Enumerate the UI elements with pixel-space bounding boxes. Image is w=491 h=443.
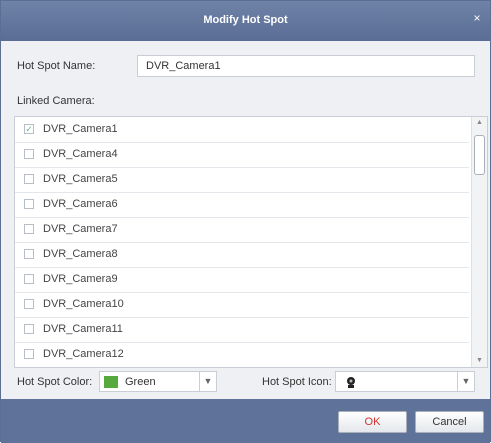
camera-checkbox[interactable]	[24, 299, 34, 309]
camera-checkbox[interactable]	[24, 199, 34, 209]
title-bar: Modify Hot Spot ×	[1, 1, 490, 41]
linked-camera-list[interactable]: ✓ DVR_Camera1 DVR_Camera4 DVR_Camera5 DVR_Ca…	[14, 116, 488, 368]
cancel-button[interactable]: Cancel	[415, 411, 484, 433]
list-item[interactable]: DVR_Camera5	[15, 167, 469, 193]
list-item[interactable]: DVR_Camera11	[15, 317, 469, 343]
scroll-thumb[interactable]	[474, 135, 485, 175]
camera-checkbox[interactable]	[24, 274, 34, 284]
camera-label: DVR_Camera12	[43, 348, 124, 360]
chevron-down-icon[interactable]: ▼	[199, 372, 216, 391]
camera-label: DVR_Camera5	[43, 173, 118, 185]
camera-label: DVR_Camera9	[43, 273, 118, 285]
scroll-up-icon[interactable]: ▲	[472, 117, 487, 129]
chevron-down-icon[interactable]: ▼	[457, 372, 474, 391]
camera-checkbox[interactable]	[24, 349, 34, 359]
list-item[interactable]: DVR_Camera9	[15, 267, 469, 293]
hot-spot-color-label: Hot Spot Color:	[17, 376, 93, 388]
camera-checkbox[interactable]	[24, 174, 34, 184]
linked-camera-label: Linked Camera:	[17, 95, 95, 107]
camera-checkbox[interactable]	[24, 249, 34, 259]
color-swatch	[104, 376, 118, 388]
camera-checkbox[interactable]: ✓	[24, 124, 34, 134]
camera-checkbox[interactable]	[24, 324, 34, 334]
hot-spot-name-input[interactable]	[137, 55, 475, 77]
close-icon[interactable]: ×	[470, 11, 484, 25]
list-item[interactable]: DVR_Camera4	[15, 142, 469, 168]
camera-label: DVR_Camera11	[43, 323, 123, 335]
camera-icon	[347, 377, 355, 388]
hot-spot-style-row: Hot Spot Color: Green ▼ Hot Spot Icon: ▼	[1, 371, 490, 395]
list-item[interactable]: ✓ DVR_Camera1	[15, 117, 469, 143]
camera-label: DVR_Camera4	[43, 148, 118, 160]
camera-label: DVR_Camera8	[43, 248, 118, 260]
camera-label: DVR_Camera1	[43, 123, 118, 135]
color-value: Green	[125, 376, 156, 388]
dialog-title: Modify Hot Spot	[203, 14, 288, 26]
hot-spot-color-select[interactable]: Green ▼	[99, 371, 217, 392]
list-item[interactable]: DVR_Camera6	[15, 192, 469, 218]
camera-label: DVR_Camera6	[43, 198, 118, 210]
hot-spot-icon-select[interactable]: ▼	[335, 371, 475, 392]
camera-label: DVR_Camera10	[43, 298, 124, 310]
list-scrollbar[interactable]: ▲ ▼	[471, 117, 487, 367]
dialog-footer: OK Cancel	[1, 399, 490, 443]
camera-checkbox[interactable]	[24, 224, 34, 234]
list-item[interactable]: DVR_Camera10	[15, 292, 469, 318]
modify-hot-spot-dialog: Modify Hot Spot × Hot Spot Name: Linked …	[0, 0, 491, 443]
hot-spot-name-label: Hot Spot Name:	[17, 60, 96, 72]
camera-checkbox[interactable]	[24, 149, 34, 159]
list-item[interactable]: DVR_Camera7	[15, 217, 469, 243]
list-item[interactable]: DVR_Camera12	[15, 342, 469, 367]
ok-button[interactable]: OK	[338, 411, 407, 433]
list-item[interactable]: DVR_Camera8	[15, 242, 469, 268]
camera-label: DVR_Camera7	[43, 223, 118, 235]
scroll-down-icon[interactable]: ▼	[472, 355, 487, 367]
hot-spot-icon-label: Hot Spot Icon:	[262, 376, 332, 388]
